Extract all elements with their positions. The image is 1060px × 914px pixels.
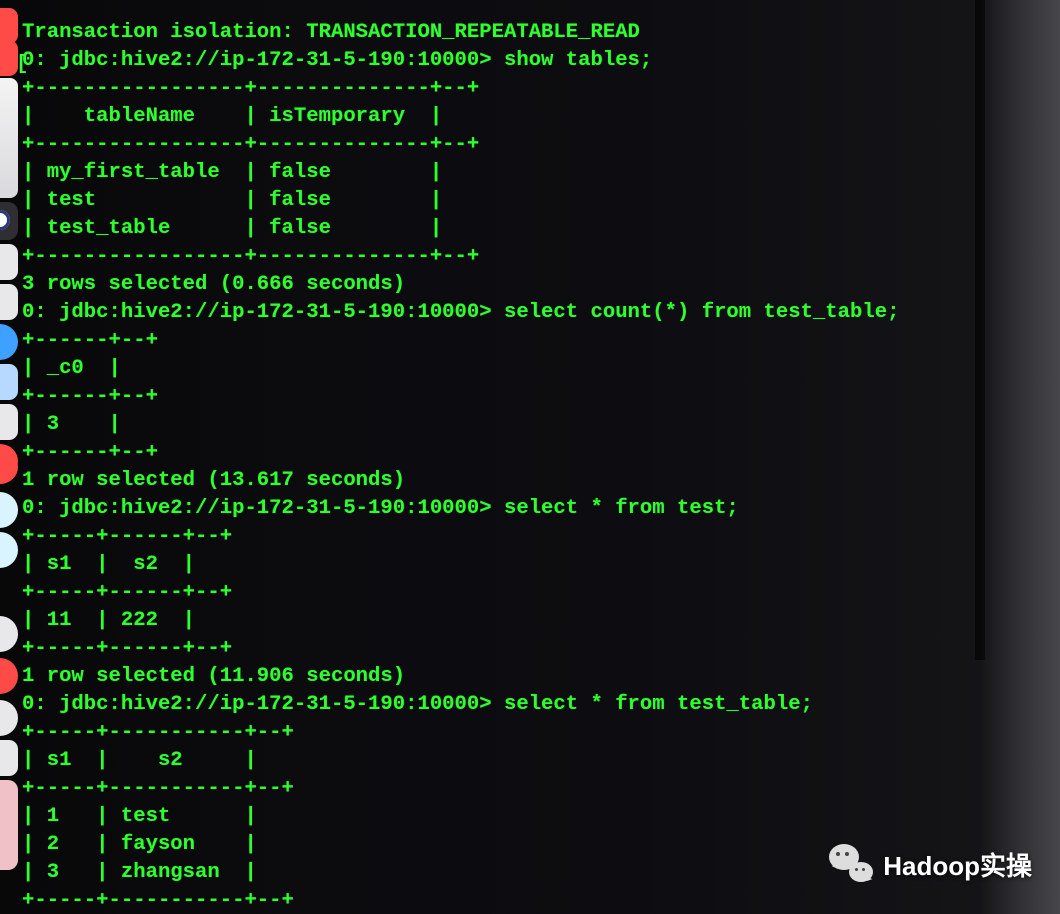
watermark: Hadoop实操 — [829, 844, 1032, 884]
terminal-output[interactable]: Transaction isolation: TRANSACTION_REPEA… — [22, 19, 1060, 894]
wechat-icon — [829, 844, 873, 884]
watermark-text: Hadoop实操 — [883, 846, 1032, 883]
terminal-window[interactable]: [ Transaction isolation: TRANSACTION_REP… — [0, 0, 1060, 914]
